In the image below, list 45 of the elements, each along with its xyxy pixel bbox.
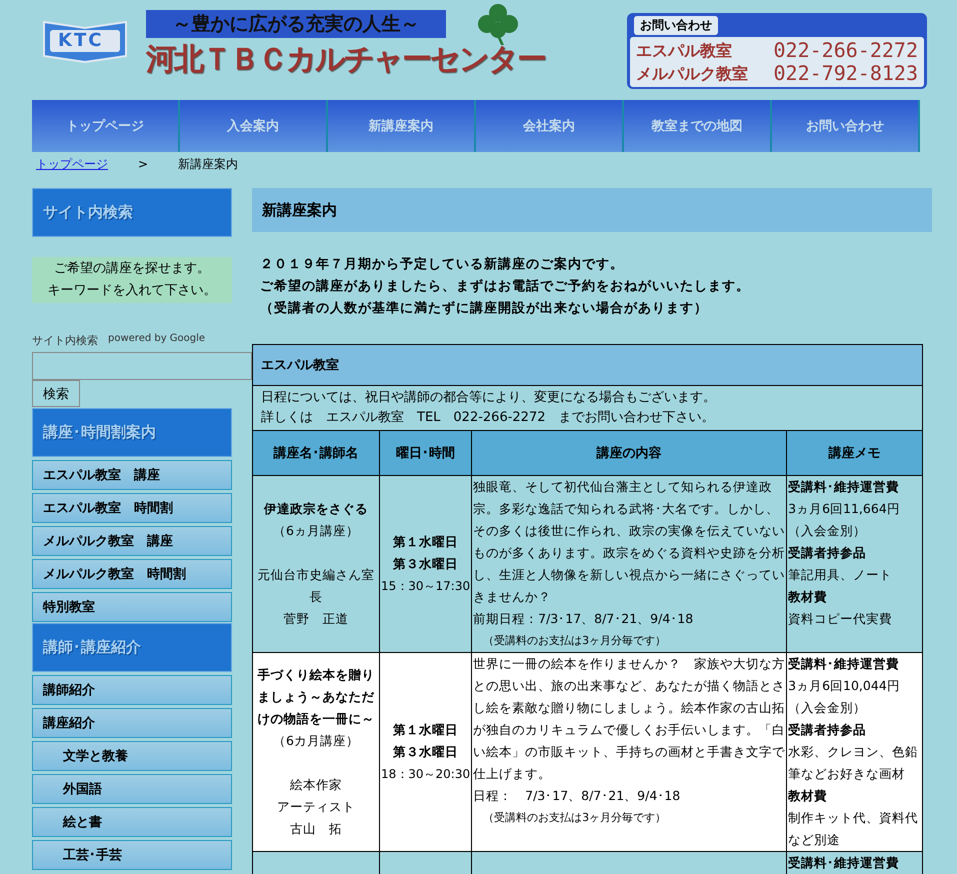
intro-text: ご希望の講座がありましたら、まずはお電話でご予約をおねがいいたします。 bbox=[260, 278, 751, 296]
sidebar-item[interactable]: 工芸･手芸 bbox=[32, 840, 232, 870]
classroom-name: エスパル教室 bbox=[636, 40, 732, 62]
sidebar-item[interactable]: 講師紹介 bbox=[32, 675, 232, 705]
table-cell: 受講料･維持運営費 3ヵ月6回10,044円 （入会金別） 受講者持参品 水彩、クレヨン、色鉛筆などお好きな画材 教材費 制作キット代、資料代など別途 bbox=[786, 652, 922, 852]
table-cell: 第１水曜日 第３水曜日 18：30～20:30 bbox=[380, 652, 472, 852]
powered-by-text: powered by Google bbox=[108, 333, 206, 346]
phone-number: 022-792-8123 bbox=[774, 62, 918, 85]
column-header: 曜日･時間 bbox=[380, 430, 472, 476]
sidebar-item[interactable]: エスパル教室 時間割 bbox=[32, 493, 232, 523]
column-header: 講座メモ bbox=[786, 430, 922, 476]
sidebar-heading: 講座･時間割案内 bbox=[32, 408, 232, 457]
sidebar-item[interactable]: 絵と書 bbox=[32, 807, 232, 837]
site-title: 河北ＴＢＣカルチャーセンター bbox=[146, 41, 546, 79]
breadcrumb-separator: > bbox=[138, 157, 148, 171]
column-header: 講座名･講師名 bbox=[252, 430, 380, 476]
sidebar-item[interactable]: メルパルク教室 時間割 bbox=[32, 559, 232, 589]
intro-text: （受講者の人数が基準に満たずに講座開設が出来ない場合があります） bbox=[260, 300, 709, 318]
table-title: エスパル教室 bbox=[252, 344, 922, 386]
sidebar-heading: 講師･講座紹介 bbox=[32, 623, 232, 672]
table-cell: 受講料･維持運営費 bbox=[786, 852, 922, 874]
column-header: 講座の内容 bbox=[472, 430, 787, 476]
breadcrumb-current: 新講座案内 bbox=[178, 156, 238, 172]
tagline: ～豊かに広がる充実の人生～ bbox=[172, 12, 420, 37]
contact-label: お問い合わせ bbox=[634, 16, 718, 35]
clover-icon bbox=[476, 2, 520, 46]
breadcrumb-link[interactable]: トップページ bbox=[36, 156, 108, 172]
intro-text: ２０１９年７月期から予定している新講座のご案内です。 bbox=[260, 256, 625, 274]
sidebar-item[interactable]: 特別教室 bbox=[32, 592, 232, 622]
search-button[interactable]: 検索 bbox=[32, 380, 80, 407]
table-cell: 手づくり絵本を贈りましょう～あなただけの物語を一冊に～ （6カ月講座） 絵本作家 アーティスト 古山 拓 bbox=[252, 652, 380, 852]
sidebar-item[interactable]: 講座紹介 bbox=[32, 708, 232, 738]
sidebar-item[interactable]: 文学と教養 bbox=[32, 741, 232, 771]
sidebar-item[interactable]: 外国語 bbox=[32, 774, 232, 804]
sidebar-heading: サイト内検索 bbox=[32, 188, 232, 237]
search-field[interactable] bbox=[32, 352, 252, 380]
phone-number: 022-266-2272 bbox=[774, 39, 918, 62]
search-note: ご希望の講座を探せます。 キーワードを入れて下さい。 bbox=[32, 257, 232, 303]
search-label: サイト内検索 bbox=[32, 333, 98, 348]
sidebar-item[interactable]: エスパル教室 講座 bbox=[32, 460, 232, 490]
table-cell: 世界に一冊の絵本を作りませんか？ 家族や大切な方との思い出、旅の出来事など、あなたが描く物語とさし絵を素敵な贈り物にしましょう。絵本作家の古山拓が独自のカリキュラムで優しくお手伝いします。「白い絵本」の市販キット、手持ちの画材と手書き文字で仕上げます。 日程： 7/3･17、8/7･21、9/4･18 （受講料のお支払は3ヶ月分毎です） bbox=[472, 652, 787, 852]
sidebar-item[interactable]: メルパルク教室 講座 bbox=[32, 526, 232, 556]
logo-text: KTC bbox=[58, 32, 104, 50]
classroom-name: メルパルク教室 bbox=[636, 63, 748, 85]
page-heading: 新講座案内 bbox=[252, 188, 932, 232]
